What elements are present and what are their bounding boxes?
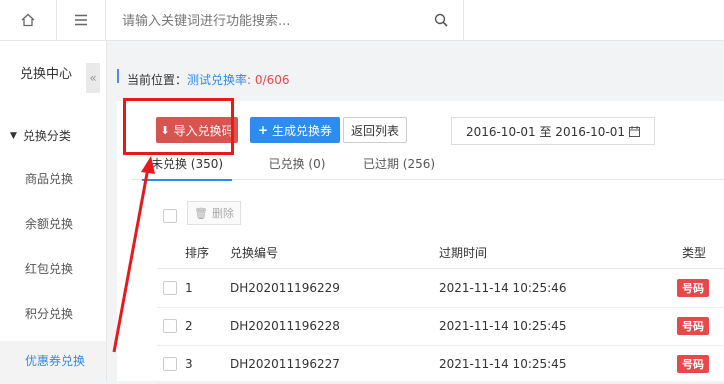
main-content: 当前位置：测试兑换率: 0/606 ⬇ 导入兑换码 + 生成兑换券 返回列表 2… bbox=[107, 41, 724, 384]
menu-icon bbox=[75, 14, 87, 26]
table-row: 3 DH202011196227 2021-11-14 10:25:45 号码 bbox=[157, 345, 724, 384]
back-to-list-button[interactable]: 返回列表 bbox=[343, 117, 407, 143]
sidebar-item-coupon[interactable]: 优惠券兑换 bbox=[0, 341, 106, 381]
row-checkbox[interactable] bbox=[163, 281, 177, 295]
row-type-cell: 号码 bbox=[677, 307, 709, 345]
row-index: 1 bbox=[185, 281, 193, 295]
date-range-text: 2016-10-01 至 2016-10-01 bbox=[465, 124, 626, 139]
generate-coupon-button[interactable]: + 生成兑换券 bbox=[250, 117, 340, 143]
breadcrumb-prefix: 当前位置： bbox=[127, 73, 188, 87]
search-button[interactable] bbox=[426, 8, 456, 32]
table-header: 排序 兑换编号 过期时间 类型 bbox=[157, 236, 724, 269]
row-index: 3 bbox=[185, 357, 193, 371]
home-button[interactable] bbox=[0, 0, 57, 40]
row-expire: 2021-11-14 10:25:46 bbox=[439, 281, 567, 295]
content-card: ⬇ 导入兑换码 + 生成兑换券 返回列表 2016-10-01 至 2016-1… bbox=[117, 101, 724, 384]
home-icon bbox=[21, 13, 35, 27]
sidebar-item-points[interactable]: 积分兑换 bbox=[0, 298, 106, 330]
breadcrumb: 当前位置：测试兑换率: 0/606 bbox=[127, 71, 289, 88]
breadcrumb-link[interactable]: 测试兑换率 bbox=[187, 73, 247, 87]
download-icon: ⬇ bbox=[160, 123, 170, 137]
sidebar: 兑换中心 « ▼ 兑换分类 商品兑换 余额兑换 红包兑换 积分兑换 优惠券兑换 bbox=[0, 41, 107, 381]
generate-coupon-label: 生成兑换券 bbox=[272, 123, 333, 138]
breadcrumb-marker bbox=[117, 69, 119, 83]
tab-redeemed[interactable]: 已兑换 (0) bbox=[252, 149, 342, 179]
import-code-label: 导入兑换码 bbox=[173, 123, 234, 138]
calendar-icon bbox=[629, 125, 641, 137]
row-index: 2 bbox=[185, 319, 193, 333]
row-checkbox[interactable] bbox=[163, 357, 177, 371]
sidebar-item-goods[interactable]: 商品兑换 bbox=[0, 163, 106, 195]
row-code: DH202011196228 bbox=[230, 319, 340, 333]
row-checkbox[interactable] bbox=[163, 319, 177, 333]
topbar-divider bbox=[463, 0, 464, 40]
sidebar-collapse-button[interactable]: « bbox=[86, 63, 100, 93]
breadcrumb-count: : 0/606 bbox=[247, 73, 290, 87]
row-expire: 2021-11-14 10:25:45 bbox=[439, 319, 567, 333]
header-type: 类型 bbox=[682, 245, 707, 260]
table-row: 2 DH202011196228 2021-11-14 10:25:45 号码 bbox=[157, 307, 724, 346]
header-code: 兑换编号 bbox=[230, 245, 279, 260]
sidebar-item-balance[interactable]: 余额兑换 bbox=[0, 208, 106, 240]
type-badge: 号码 bbox=[677, 355, 709, 373]
header-index: 排序 bbox=[185, 245, 210, 260]
trash-icon: 🗑 bbox=[194, 206, 208, 220]
date-range-picker[interactable]: 2016-10-01 至 2016-10-01 bbox=[451, 117, 655, 145]
delete-button[interactable]: 🗑 删除 bbox=[187, 201, 241, 225]
select-all-checkbox[interactable] bbox=[163, 209, 177, 223]
row-code: DH202011196227 bbox=[230, 357, 340, 371]
plus-icon: + bbox=[257, 123, 269, 137]
menu-button[interactable] bbox=[57, 0, 106, 40]
sidebar-group-label: 兑换分类 bbox=[22, 129, 71, 143]
sidebar-title: 兑换中心 bbox=[20, 67, 73, 82]
delete-label: 删除 bbox=[211, 207, 234, 220]
sidebar-item-redpacket[interactable]: 红包兑换 bbox=[0, 253, 106, 285]
type-badge: 号码 bbox=[677, 279, 709, 297]
table-row: 1 DH202011196229 2021-11-14 10:25:46 号码 bbox=[157, 269, 724, 308]
search-icon bbox=[434, 13, 448, 27]
tab-unredeemed[interactable]: 未兑换 (350) bbox=[142, 149, 232, 181]
top-bar bbox=[0, 0, 724, 41]
chevron-left-icon: « bbox=[89, 71, 97, 85]
caret-down-icon: ▼ bbox=[10, 130, 17, 141]
row-type-cell: 号码 bbox=[677, 345, 709, 383]
row-expire: 2021-11-14 10:25:45 bbox=[439, 357, 567, 371]
search-input[interactable] bbox=[120, 8, 424, 34]
import-code-button[interactable]: ⬇ 导入兑换码 bbox=[156, 117, 238, 143]
status-tabs: 未兑换 (350) 已兑换 (0) 已过期 (256) bbox=[132, 149, 724, 181]
sidebar-group[interactable]: ▼ 兑换分类 bbox=[10, 127, 71, 144]
tab-expired[interactable]: 已过期 (256) bbox=[354, 149, 444, 179]
row-code: DH202011196229 bbox=[230, 281, 340, 295]
type-badge: 号码 bbox=[677, 317, 709, 335]
header-expire: 过期时间 bbox=[439, 245, 488, 260]
row-type-cell: 号码 bbox=[677, 269, 709, 307]
